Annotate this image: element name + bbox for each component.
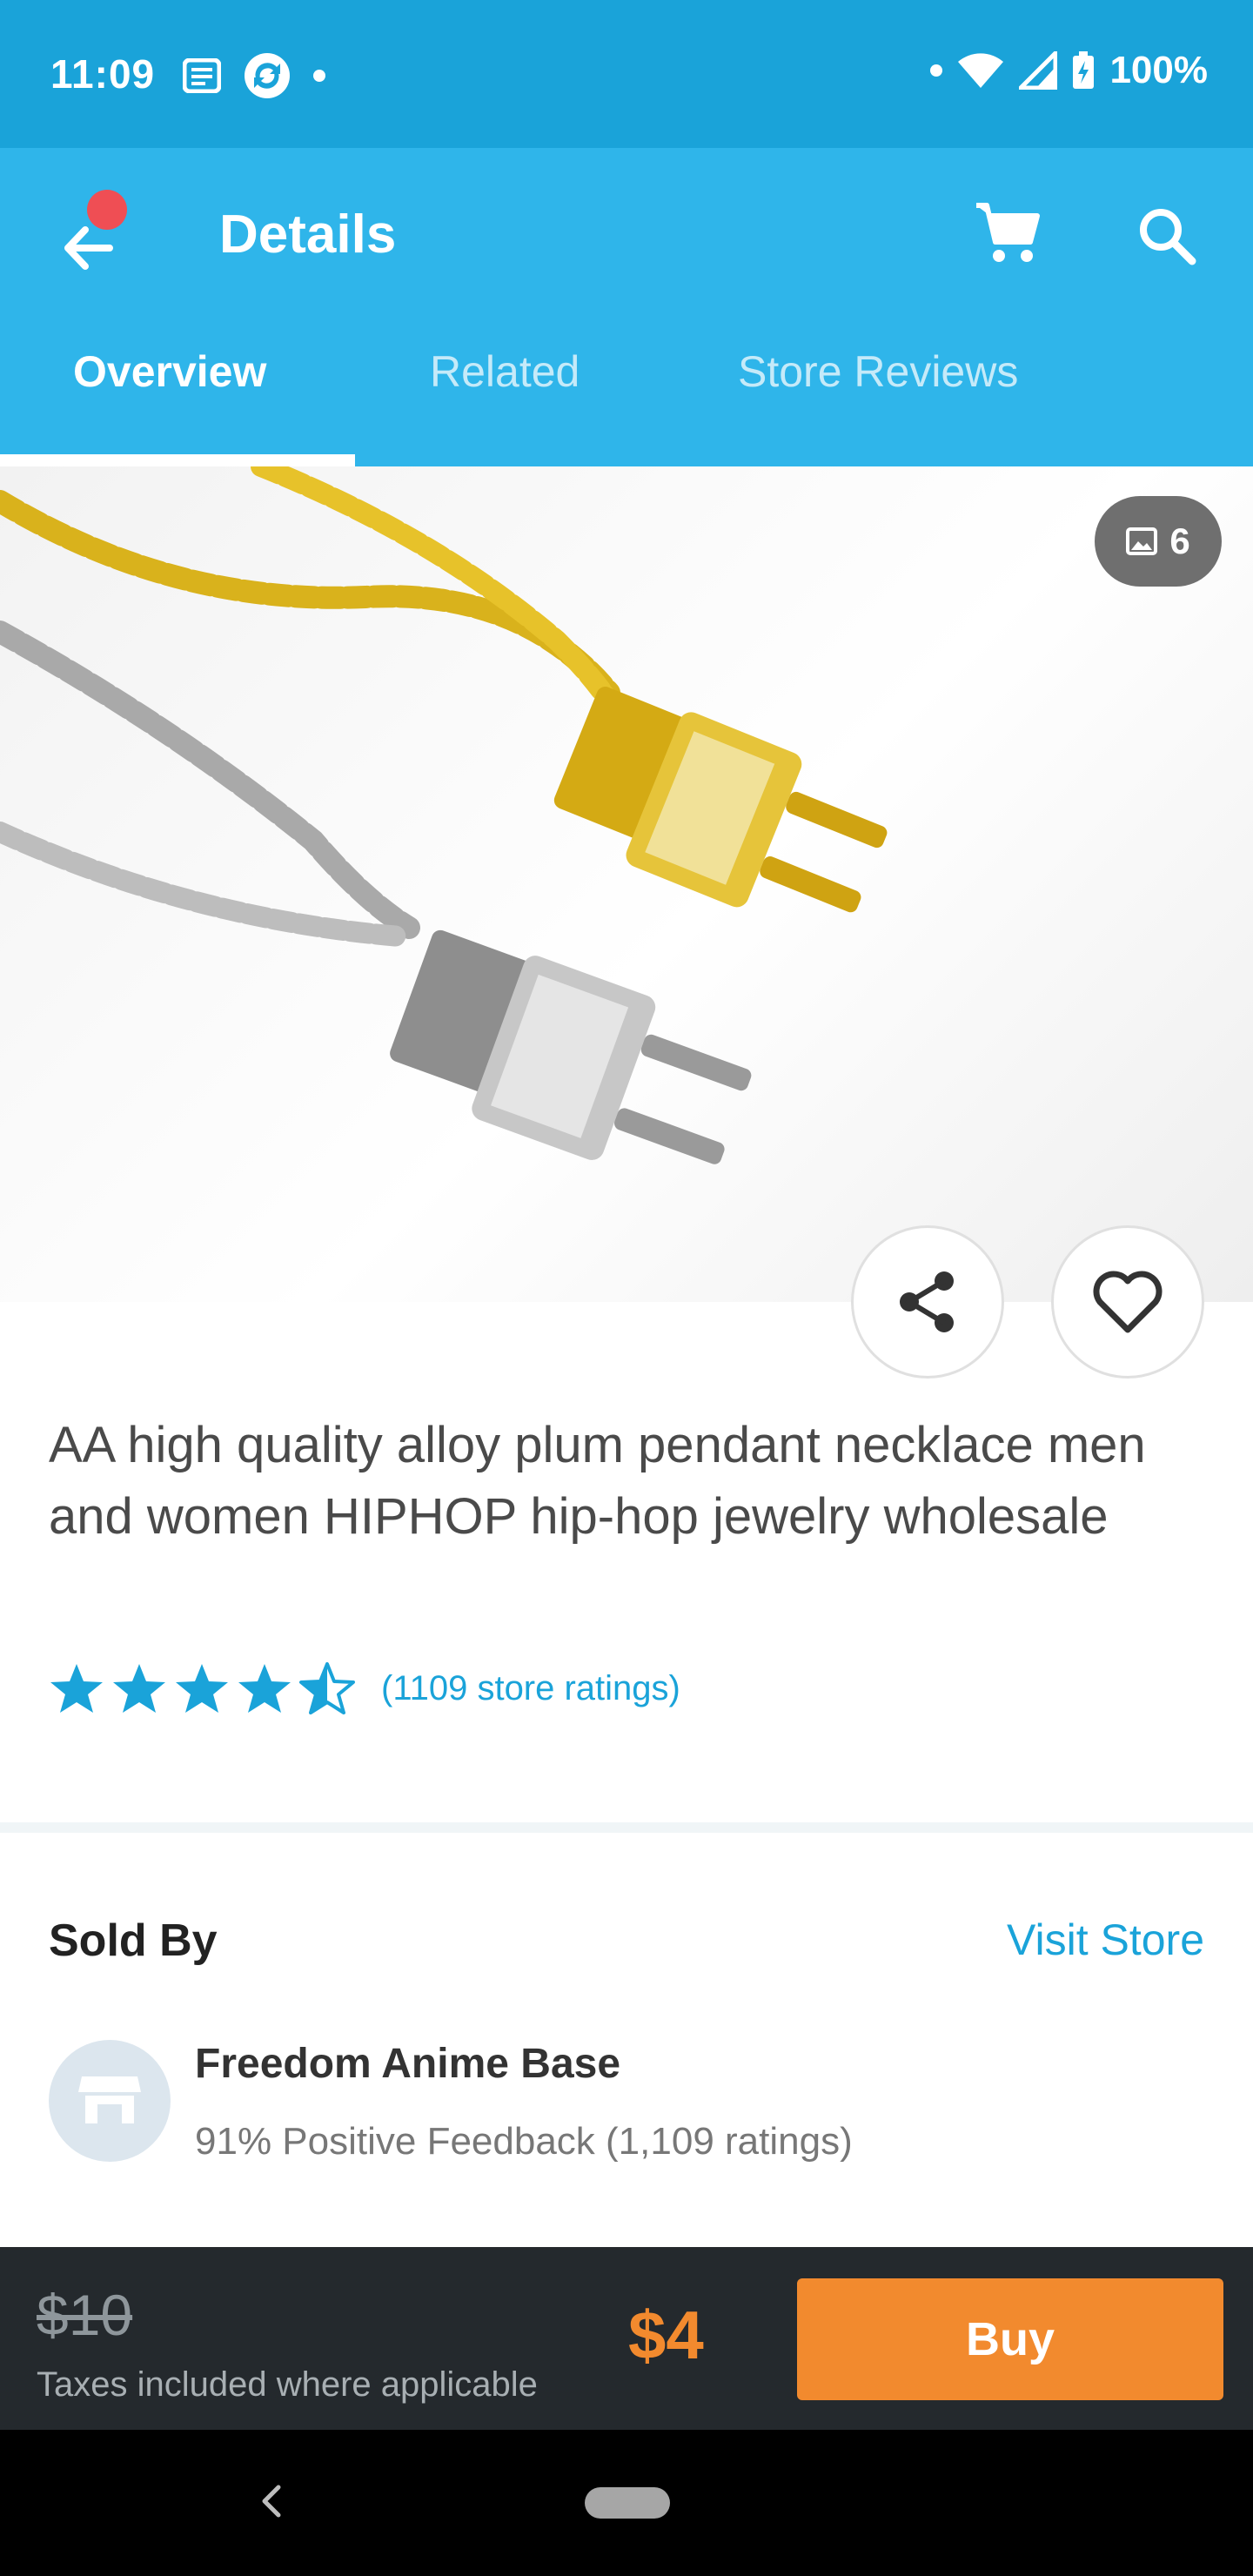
status-bar: 11:09 100% [0, 0, 1253, 148]
nav-back-icon[interactable] [252, 2475, 287, 2527]
section-divider [0, 1822, 1253, 1833]
tab-overview[interactable]: Overview [0, 313, 355, 466]
search-button[interactable] [1133, 198, 1203, 275]
battery-charging-icon [1073, 51, 1095, 89]
status-time: 11:09 [50, 51, 156, 97]
tab-active-indicator [0, 454, 355, 466]
battery-percent: 100% [1109, 49, 1208, 91]
product-image[interactable]: 6 [0, 466, 1253, 1302]
favorite-button[interactable] [1051, 1225, 1204, 1379]
share-button[interactable] [851, 1225, 1004, 1379]
heart-icon [1093, 1271, 1163, 1333]
system-nav-bar [0, 2430, 1253, 2576]
photo-count-badge[interactable]: 6 [1095, 496, 1222, 587]
star-full-icon [113, 1664, 165, 1713]
sync-app-icon [245, 53, 290, 98]
tab-related[interactable]: Related [430, 346, 580, 397]
cart-icon [976, 203, 1040, 262]
dot-icon [313, 70, 325, 82]
status-system-icons: 100% [930, 49, 1208, 92]
nav-home-pill[interactable] [585, 2487, 670, 2519]
app-bar: Details Overview Related Store Reviews [0, 148, 1253, 466]
store-feedback: 91% Positive Feedback (1,109 ratings) [195, 2120, 853, 2163]
product-title: AA high quality alloy plum pendant neckl… [49, 1417, 1146, 1545]
visit-store-link[interactable]: Visit Store [1007, 1915, 1204, 1965]
store-ratings-count[interactable]: (1109 store ratings) [381, 1669, 680, 1708]
search-icon [1140, 209, 1196, 265]
status-notification-icons [183, 52, 325, 99]
buy-button[interactable]: Buy [797, 2278, 1223, 2400]
cart-button[interactable] [973, 198, 1049, 275]
page-title: Details [219, 205, 397, 265]
image-icon [1126, 527, 1158, 555]
sold-by-heading: Sold By [49, 1915, 218, 1966]
share-icon [900, 1271, 954, 1332]
sale-price: $4 [628, 2297, 704, 2373]
tab-overview-label: Overview [73, 347, 267, 396]
wifi-icon [958, 53, 1004, 88]
store-avatar[interactable] [49, 2040, 171, 2162]
original-price: $10 [37, 2283, 133, 2347]
purchase-bar: $10 Taxes included where applicable $4 B… [0, 2247, 1253, 2430]
product-photo [0, 466, 888, 1164]
star-full-icon [176, 1664, 228, 1713]
tax-note: Taxes included where applicable [37, 2365, 538, 2404]
star-full-icon [50, 1664, 103, 1713]
tab-store-reviews[interactable]: Store Reviews [738, 346, 1018, 397]
notification-badge [87, 190, 127, 230]
star-full-icon [238, 1664, 291, 1713]
store-name[interactable]: Freedom Anime Base [195, 2040, 620, 2088]
news-icon [183, 58, 221, 93]
store-icon [78, 2076, 141, 2123]
star-rating [49, 1662, 355, 1714]
photo-count: 6 [1169, 520, 1190, 561]
rating-row[interactable]: (1109 store ratings) [49, 1662, 680, 1714]
star-half-icon [299, 1662, 355, 1714]
dot-icon [930, 64, 943, 77]
signal-icon [1019, 51, 1058, 90]
